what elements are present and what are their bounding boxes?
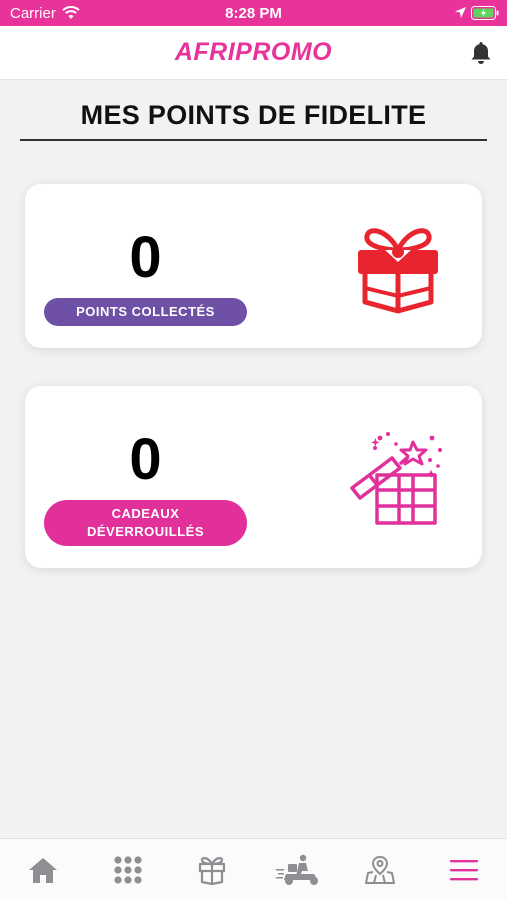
gifts-card[interactable]: 0 CADEAUX DÉVERROUILLÉS	[25, 386, 482, 568]
points-collected-badge: POINTS COLLECTÉS	[44, 298, 247, 326]
location-arrow-icon	[454, 6, 467, 23]
delivery-scooter-icon[interactable]	[275, 849, 325, 891]
bottom-tab-bar	[0, 838, 507, 900]
grid-icon[interactable]	[107, 849, 149, 891]
app-header: AFRIPROMO	[0, 26, 507, 80]
bell-icon[interactable]	[469, 40, 493, 66]
open-gift-stars-icon	[350, 430, 445, 526]
gift-box-icon	[355, 220, 441, 314]
status-time: 8:28 PM	[225, 5, 282, 22]
status-bar: Carrier 8:28 PM	[0, 0, 507, 26]
gift-icon[interactable]	[191, 849, 233, 891]
gifts-unlocked-badge: CADEAUX DÉVERROUILLÉS	[44, 500, 247, 546]
brand-logo: AFRIPROMO	[174, 38, 333, 66]
page-title: MES POINTS DE FIDELITE	[80, 100, 427, 130]
gifts-count: 0	[129, 427, 162, 492]
map-pin-icon[interactable]	[359, 849, 401, 891]
menu-icon[interactable]	[443, 849, 485, 891]
title-divider	[20, 139, 487, 141]
points-count: 0	[129, 225, 162, 290]
points-card[interactable]: 0 POINTS COLLECTÉS	[25, 184, 482, 348]
home-icon[interactable]	[22, 849, 64, 891]
battery-icon	[471, 6, 499, 24]
